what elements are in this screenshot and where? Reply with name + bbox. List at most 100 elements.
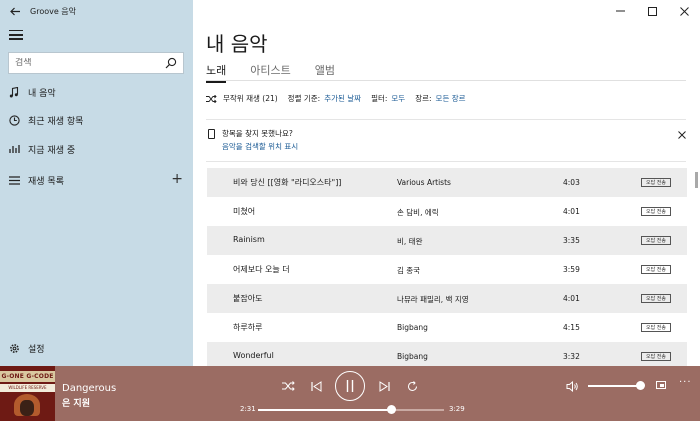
genre-dropdown[interactable]: 모든 장르 — [436, 93, 466, 104]
time-total: 3:29 — [449, 405, 465, 413]
song-badge: 오답 전송 — [641, 207, 671, 216]
nav-item-my-music[interactable]: 내 음악 — [0, 78, 193, 106]
close-icon — [678, 131, 686, 139]
previous-icon — [310, 380, 321, 392]
sidebar: Groove 음악 내 음악 최근 재생 항목 지금 재생 중 재생 목록 + … — [0, 0, 193, 366]
back-button[interactable] — [0, 0, 30, 22]
gear-icon — [9, 343, 19, 353]
song-artist[interactable]: Various Artists — [397, 178, 451, 187]
scrollbar[interactable] — [695, 168, 698, 364]
volume-slider-thumb[interactable] — [635, 381, 645, 390]
nav-item-settings[interactable]: 설정 — [0, 334, 193, 362]
more-options-icon[interactable]: ··· — [679, 377, 692, 388]
song-artist[interactable]: 김 종국 — [397, 265, 420, 276]
song-duration: 3:32 — [563, 352, 580, 361]
close-button[interactable] — [668, 0, 700, 22]
volume-slider[interactable] — [588, 381, 645, 390]
nav-item-playlists[interactable]: 재생 목록 + — [0, 166, 193, 194]
song-row[interactable]: 붙잡아도 나뮤라 패밀리, 백 지영 4:01 오답 전송 — [207, 284, 687, 313]
filter-bar: 무작위 재생 (21) 정렬 기준: 추가된 날짜 필터: 모두 장르: 모든 … — [206, 93, 466, 104]
shuffle-icon — [206, 94, 217, 103]
song-badge: 오답 전송 — [641, 323, 671, 332]
playlist-icon — [8, 175, 20, 185]
time-elapsed: 2:31 — [240, 405, 256, 413]
device-icon — [208, 129, 215, 139]
dismiss-notice-button[interactable] — [678, 129, 686, 142]
shuffle-button[interactable] — [280, 379, 296, 393]
song-row[interactable]: 비와 당신 [[영화 "라디오스타"]] Various Artists 4:0… — [207, 168, 687, 197]
song-row[interactable]: 하루하루 Bigbang 4:15 오답 전송 — [207, 313, 687, 342]
song-artist[interactable]: Bigbang — [397, 323, 428, 332]
next-button[interactable] — [377, 379, 391, 393]
song-row[interactable]: Rainism 비, 태완 3:35 오답 전송 — [207, 226, 687, 255]
nav-item-now-playing[interactable]: 지금 재생 중 — [0, 135, 193, 163]
song-badge: 오답 전송 — [641, 178, 671, 187]
sort-label: 정렬 기준: — [287, 94, 321, 103]
nav-item-label: 최근 재생 항목 — [28, 116, 84, 127]
nav-item-recent[interactable]: 최근 재생 항목 — [0, 106, 193, 134]
seek-bar[interactable] — [258, 405, 444, 414]
next-icon — [379, 380, 390, 392]
now-playing-artist[interactable]: 은 지원 — [62, 396, 90, 409]
song-badge: 오답 전송 — [641, 294, 671, 303]
song-artist[interactable]: 비, 태완 — [397, 236, 422, 247]
song-duration: 3:59 — [563, 265, 580, 274]
add-playlist-button[interactable]: + — [171, 172, 183, 186]
scrollbar-thumb[interactable] — [695, 172, 698, 188]
page-title: 내 음악 — [206, 32, 268, 56]
song-duration: 4:01 — [563, 294, 580, 303]
player-bar: G-ONE G-CODE WILDLIFE RESERVE Dangerous … — [0, 366, 700, 421]
search-icon[interactable] — [165, 57, 177, 69]
genre-label: 장르: — [415, 94, 432, 103]
shuffle-all-button[interactable]: 무작위 재생 (21) — [223, 93, 278, 104]
minimize-icon — [615, 10, 625, 12]
show-music-locations-link[interactable]: 음악을 검색할 위치 표시 — [222, 141, 298, 152]
maximize-button[interactable] — [636, 0, 668, 22]
sort-dropdown[interactable]: 추가된 날짜 — [324, 93, 361, 104]
search-input[interactable] — [15, 58, 155, 68]
repeat-button[interactable] — [405, 379, 419, 393]
song-list: 비와 당신 [[영화 "라디오스타"]] Various Artists 4:0… — [207, 168, 687, 371]
song-badge: 오답 전송 — [641, 352, 671, 361]
title-bar: Groove 음악 — [0, 0, 193, 22]
hamburger-menu-icon[interactable] — [9, 30, 23, 40]
volume-button[interactable] — [565, 379, 579, 393]
nav-item-label: 지금 재생 중 — [28, 145, 76, 156]
play-pause-button[interactable] — [335, 371, 365, 401]
song-title: 하루하루 — [233, 323, 263, 332]
search-box — [8, 52, 184, 74]
app-title: Groove 음악 — [30, 6, 77, 16]
song-duration: 4:03 — [563, 178, 580, 187]
album-art-subtitle: WILDLIFE RESERVE — [0, 384, 55, 392]
now-playing-title[interactable]: Dangerous — [62, 383, 116, 394]
notice-question: 항목을 찾지 못했나요? — [222, 129, 293, 138]
song-row[interactable]: 미쳤어 손 담비, 에릭 4:01 오답 전송 — [207, 197, 687, 226]
window-controls — [604, 0, 700, 22]
divider — [206, 161, 686, 162]
song-duration: 4:15 — [563, 323, 580, 332]
song-artist[interactable]: 손 담비, 에릭 — [397, 207, 439, 218]
album-art-figure-detail — [20, 400, 34, 416]
main-content: 내 음악 노래 아티스트 앨범 무작위 재생 (21) 정렬 기준: 추가된 날… — [193, 0, 700, 371]
song-title: Rainism — [233, 235, 265, 244]
previous-button[interactable] — [309, 379, 323, 393]
clock-icon — [8, 114, 20, 126]
song-title: 비와 당신 [[영화 "라디오스타"]] — [233, 178, 342, 187]
album-art[interactable]: G-ONE G-CODE WILDLIFE RESERVE — [0, 366, 55, 421]
seek-bar-thumb[interactable] — [387, 405, 397, 414]
song-title: 미쳤어 — [233, 207, 256, 216]
song-title: 어제보다 오늘 더 — [233, 265, 290, 274]
song-artist[interactable]: Bigbang — [397, 352, 428, 361]
tab-divider — [206, 80, 686, 81]
filter-dropdown[interactable]: 모두 — [391, 93, 405, 104]
mini-view-icon[interactable] — [656, 381, 666, 389]
close-icon — [679, 6, 689, 16]
song-artist[interactable]: 나뮤라 패밀리, 백 지영 — [397, 294, 469, 305]
speaker-icon — [566, 380, 578, 392]
music-note-icon — [9, 86, 19, 97]
maximize-icon — [647, 6, 657, 16]
minimize-button[interactable] — [604, 0, 636, 22]
nav-item-label: 설정 — [28, 344, 45, 355]
song-title: Wonderful — [233, 351, 274, 360]
song-row[interactable]: 어제보다 오늘 더 김 종국 3:59 오답 전송 — [207, 255, 687, 284]
